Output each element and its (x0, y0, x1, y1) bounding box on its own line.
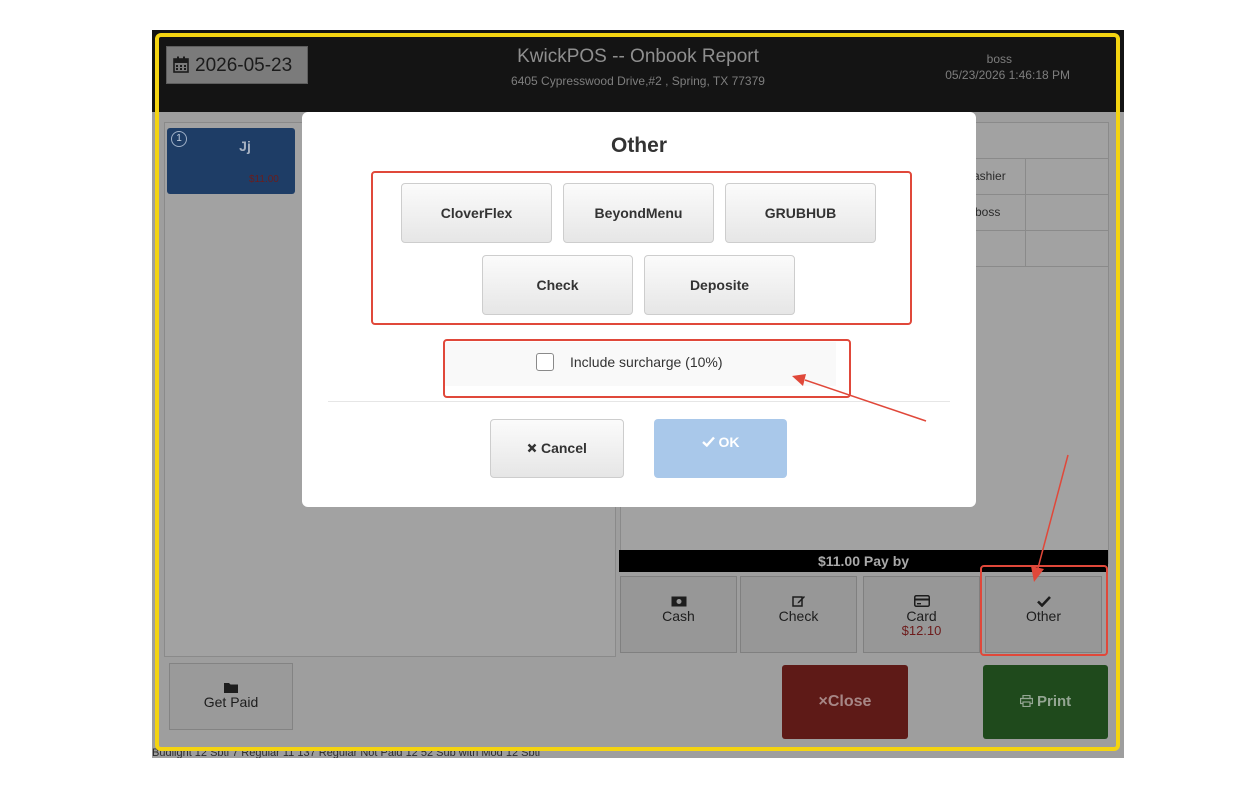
annotation-arrows (792, 374, 1069, 582)
